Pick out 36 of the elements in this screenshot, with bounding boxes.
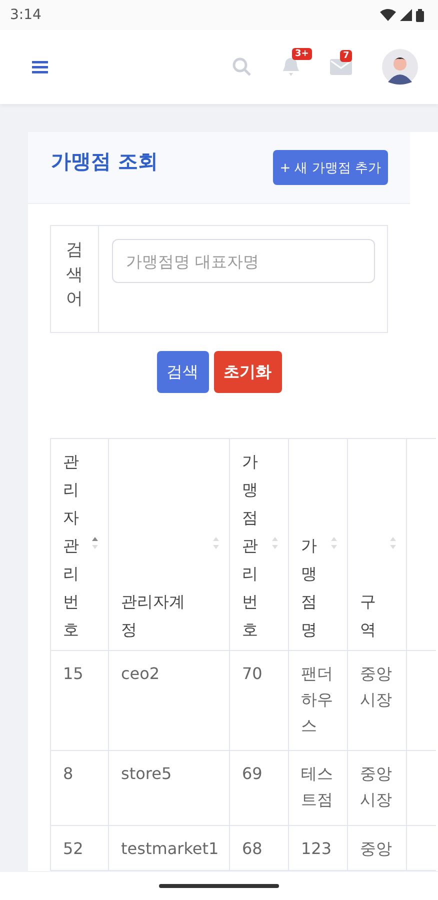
mail-icon[interactable] — [330, 59, 352, 75]
menu-icon[interactable] — [32, 60, 48, 74]
table-cell: 70 — [242, 664, 262, 683]
table-cell: 68 — [242, 839, 262, 858]
home-indicator[interactable] — [159, 884, 279, 888]
table-cell: store5 — [121, 764, 172, 783]
bell-icon[interactable] — [282, 57, 300, 77]
column-header[interactable]: 구역 — [360, 588, 384, 644]
reset-button[interactable]: 초기화 — [214, 351, 282, 393]
avatar-icon[interactable] — [382, 49, 418, 85]
add-store-button[interactable]: + 새 가맹점 추가 — [272, 150, 388, 185]
column-header[interactable]: 관리자계정 — [121, 588, 189, 644]
search-icon[interactable] — [232, 57, 252, 77]
table-cell: 중앙 — [360, 839, 392, 858]
table-cell: 중앙시장 — [360, 664, 392, 709]
message-count: 7 — [340, 50, 352, 62]
table-cell: 테스트점 — [301, 764, 333, 809]
wifi-icon — [380, 9, 396, 21]
search-field[interactable]: 가맹점명 대표자명 — [112, 239, 375, 283]
search-label: 검색어 — [51, 226, 99, 332]
table-cell: 팬더하우스 — [301, 664, 333, 735]
notification-count: 3+ — [292, 48, 312, 60]
sort-icon[interactable] — [92, 537, 98, 549]
table-cell: testmarket1 — [121, 839, 219, 858]
status-time: 3:14 — [10, 7, 42, 23]
search-button[interactable]: 검색 — [156, 351, 208, 393]
table-cell: 69 — [242, 764, 262, 783]
table-cell: 123 — [301, 839, 332, 858]
signal-icon — [400, 9, 412, 21]
table-cell: 15 — [63, 664, 84, 683]
table-cell: 중앙시장 — [360, 764, 392, 809]
table-cell: 8 — [63, 764, 74, 783]
page-title: 가맹점 조회 — [51, 148, 158, 175]
battery-icon — [416, 8, 424, 22]
table-cell: ceo2 — [121, 664, 160, 683]
table-cell: 52 — [63, 839, 84, 858]
